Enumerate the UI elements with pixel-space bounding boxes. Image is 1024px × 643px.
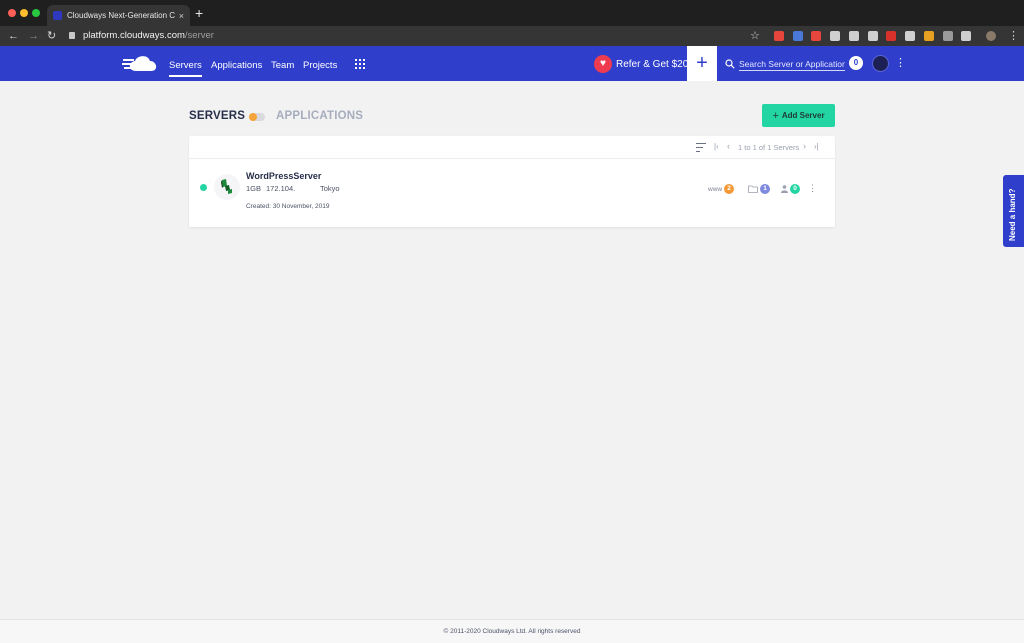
plus-icon: + [772, 109, 779, 122]
applications-count-badge: 2 [724, 184, 735, 194]
extension-icon[interactable] [924, 31, 934, 41]
heart-icon[interactable]: ♥ [594, 55, 612, 73]
search-icon [725, 59, 735, 69]
status-indicator [200, 184, 207, 191]
tab-title: Cloudways Next-Generation C... [67, 11, 175, 20]
avatar[interactable] [872, 55, 889, 72]
applications-count[interactable]: www 2 [708, 184, 735, 194]
browser-tab-bar: Cloudways Next-Generation C... × + [0, 0, 1024, 26]
url-path: /server [184, 30, 214, 41]
server-size: 1GB [246, 184, 262, 193]
forward-button[interactable]: → [28, 29, 39, 43]
minimize-window-button[interactable] [20, 9, 28, 17]
close-window-button[interactable] [8, 9, 16, 17]
extension-icon[interactable] [886, 31, 896, 41]
toggle-knob [249, 113, 257, 121]
prev-page-button[interactable]: ‹ [727, 141, 730, 151]
server-ip: 172.104. [266, 184, 296, 193]
add-server-button[interactable]: + Add Server [762, 104, 835, 127]
user-icon [781, 185, 788, 193]
extension-icon[interactable] [868, 31, 878, 41]
projects-count[interactable]: 1 [748, 184, 770, 194]
sort-icon[interactable] [696, 143, 706, 152]
nav-projects[interactable]: Projects [303, 60, 337, 71]
extension-icon[interactable] [849, 31, 859, 41]
extension-icon[interactable] [905, 31, 915, 41]
extension-icon[interactable] [943, 31, 953, 41]
server-name[interactable]: WordPressServer [246, 171, 321, 181]
search-input[interactable] [739, 57, 845, 71]
cloudways-logo-icon[interactable] [122, 53, 160, 73]
last-page-button[interactable]: ›| [814, 142, 819, 151]
create-button[interactable]: + [687, 46, 717, 81]
tab-close-icon[interactable]: × [179, 11, 184, 21]
server-list-card: |‹ ‹ 1 to 1 of 1 Servers › ›| WordPressS… [189, 136, 835, 227]
applications-heading[interactable]: APPLICATIONS [276, 110, 363, 122]
maximize-window-button[interactable] [32, 9, 40, 17]
list-toolbar: |‹ ‹ 1 to 1 of 1 Servers › ›| [189, 136, 835, 159]
add-server-label: Add Server [781, 111, 825, 120]
browser-menu-icon[interactable]: ⋮ [1008, 29, 1019, 42]
pager-summary: 1 to 1 of 1 Servers [738, 143, 800, 152]
projects-count-badge: 1 [760, 184, 770, 194]
provider-logo [214, 174, 240, 200]
server-location: Tokyo [320, 184, 340, 193]
back-button[interactable]: ← [8, 29, 19, 43]
cloudways-favicon-icon [53, 11, 62, 20]
extension-icon[interactable] [774, 31, 784, 41]
help-label: Need a hand? [1008, 188, 1017, 241]
extension-icon[interactable] [793, 31, 803, 41]
lock-icon [69, 32, 75, 39]
reload-button[interactable]: ↻ [47, 29, 56, 43]
servers-heading[interactable]: SERVERS [189, 110, 245, 122]
apps-grid-icon[interactable] [355, 59, 365, 69]
bookmark-star-icon[interactable]: ☆ [750, 29, 760, 42]
next-page-button[interactable]: › [803, 141, 806, 151]
servers-applications-toggle[interactable] [249, 113, 265, 121]
notification-badge[interactable]: 0 [849, 56, 863, 70]
server-options-icon[interactable]: ⋮ [808, 183, 817, 193]
profile-icon[interactable] [986, 31, 996, 41]
extension-icon[interactable] [811, 31, 821, 41]
nav-servers[interactable]: Servers [169, 60, 202, 77]
browser-tab[interactable]: Cloudways Next-Generation C... × [47, 5, 190, 26]
linode-icon [221, 179, 232, 194]
header-menu-icon[interactable]: ⋮ [895, 57, 906, 69]
team-count-badge: 0 [790, 184, 800, 194]
help-button[interactable]: Need a hand? [1003, 175, 1024, 247]
new-tab-button[interactable]: + [195, 6, 203, 20]
nav-team[interactable]: Team [271, 60, 294, 71]
server-created-date: Created: 30 November, 2019 [246, 203, 330, 210]
nav-applications[interactable]: Applications [211, 60, 262, 71]
browser-address-bar: ← → ↻ platform.cloudways.com/server ☆ ⋮ [0, 26, 1024, 46]
app-header: Servers Applications Team Projects ♥ Ref… [0, 46, 1024, 81]
extension-icon[interactable] [961, 31, 971, 41]
refer-link[interactable]: Refer & Get $20 [616, 59, 688, 70]
footer: © 2011-2020 Cloudways Ltd. All rights re… [0, 619, 1024, 643]
team-members-count[interactable]: 0 [781, 184, 800, 194]
url-field[interactable]: platform.cloudways.com/server [83, 30, 214, 41]
folder-icon [748, 185, 758, 193]
copyright-text: © 2011-2020 Cloudways Ltd. All rights re… [443, 628, 581, 635]
extension-icon[interactable] [830, 31, 840, 41]
url-host: platform.cloudways.com [83, 30, 185, 41]
www-icon: www [708, 185, 723, 193]
first-page-button[interactable]: |‹ [714, 142, 719, 151]
